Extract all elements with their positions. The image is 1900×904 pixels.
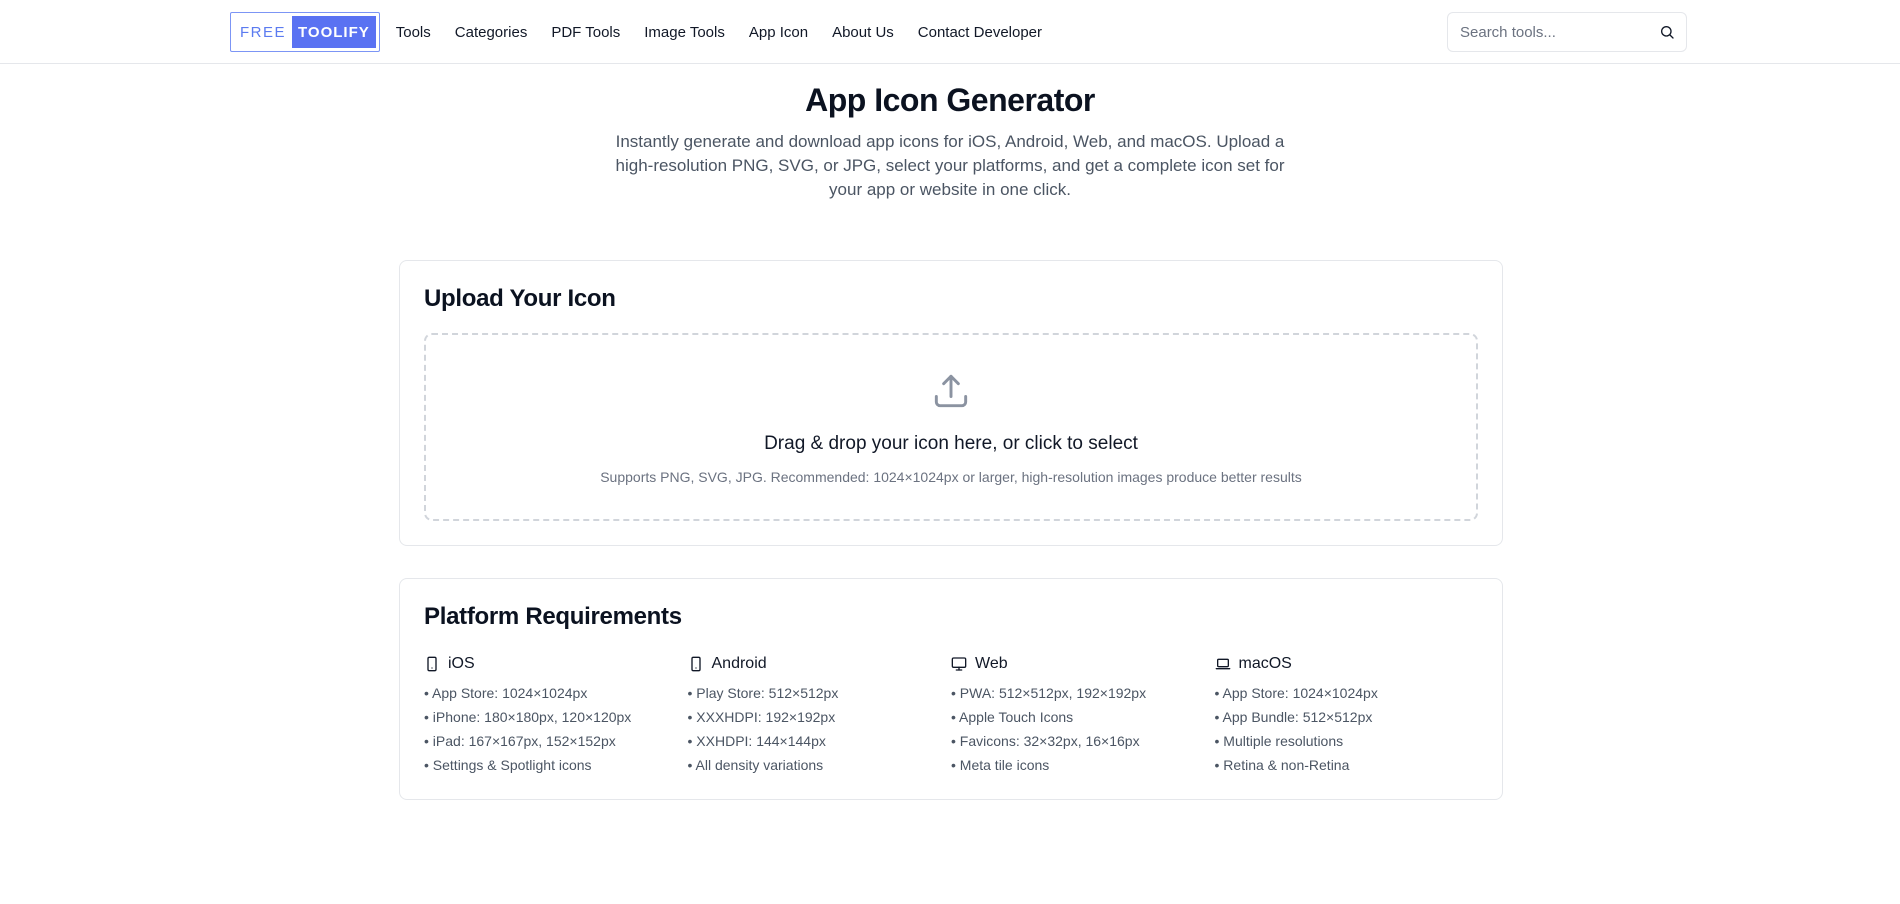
- platform-detail-list: PWA: 512×512px, 192×192px Apple Touch Ic…: [951, 681, 1215, 777]
- platform-detail: XXHDPI: 144×144px: [688, 729, 952, 753]
- nav-link-contact-developer[interactable]: Contact Developer: [918, 24, 1042, 41]
- platform-detail: Multiple resolutions: [1215, 729, 1479, 753]
- nav-link-tools[interactable]: Tools: [396, 24, 431, 41]
- upload-card-title: Upload Your Icon: [424, 285, 616, 312]
- smartphone-icon: [424, 656, 440, 672]
- hero-section: App Icon Generator Instantly generate an…: [0, 82, 1900, 202]
- platform-name: Web: [975, 655, 1008, 672]
- platform-grid: iOS App Store: 1024×1024px iPhone: 180×1…: [424, 655, 1478, 777]
- platform-header: Android: [688, 655, 952, 673]
- platform-detail-list: App Store: 1024×1024px iPhone: 180×180px…: [424, 681, 688, 777]
- platform-card-title: Platform Requirements: [424, 603, 682, 630]
- site-logo[interactable]: FREE TOOLIFY: [230, 12, 380, 52]
- platform-header: Web: [951, 655, 1215, 673]
- platform-detail: XXXHDPI: 192×192px: [688, 705, 952, 729]
- search-box: [1447, 12, 1687, 52]
- platform-android: Android Play Store: 512×512px XXXHDPI: 1…: [688, 655, 952, 777]
- platform-detail: iPad: 167×167px, 152×152px: [424, 729, 688, 753]
- upload-icon: [929, 369, 973, 413]
- nav-link-image-tools[interactable]: Image Tools: [644, 24, 725, 41]
- platform-web: Web PWA: 512×512px, 192×192px Apple Touc…: [951, 655, 1215, 777]
- page-description: Instantly generate and download app icon…: [615, 132, 1285, 199]
- platform-detail: App Store: 1024×1024px: [1215, 681, 1479, 705]
- platform-header: macOS: [1215, 655, 1479, 673]
- icon-dropzone[interactable]: Drag & drop your icon here, or click to …: [424, 333, 1478, 521]
- platform-detail-list: App Store: 1024×1024px App Bundle: 512×5…: [1215, 681, 1479, 777]
- platform-detail: Apple Touch Icons: [951, 705, 1215, 729]
- platform-detail: Retina & non-Retina: [1215, 753, 1479, 777]
- nav-link-categories[interactable]: Categories: [455, 24, 528, 41]
- platform-detail: Favicons: 32×32px, 16×16px: [951, 729, 1215, 753]
- logo-text-free: FREE: [240, 23, 287, 41]
- header-inner: FREE TOOLIFY Tools Categories PDF Tools …: [230, 0, 1687, 64]
- nav-link-app-icon[interactable]: App Icon: [749, 24, 808, 41]
- page-title: App Icon Generator: [805, 82, 1095, 118]
- platform-name: iOS: [448, 655, 475, 672]
- platform-detail: All density variations: [688, 753, 952, 777]
- monitor-icon: [951, 656, 967, 672]
- platform-ios: iOS App Store: 1024×1024px iPhone: 180×1…: [424, 655, 688, 777]
- main-nav: Tools Categories PDF Tools Image Tools A…: [396, 24, 1066, 41]
- platform-detail: Settings & Spotlight icons: [424, 753, 688, 777]
- platform-detail: App Store: 1024×1024px: [424, 681, 688, 705]
- platform-detail: App Bundle: 512×512px: [1215, 705, 1479, 729]
- upload-card: Upload Your Icon Drag & drop your icon h…: [399, 260, 1503, 546]
- platform-detail: Meta tile icons: [951, 753, 1215, 777]
- dropzone-hint: Supports PNG, SVG, JPG. Recommended: 102…: [600, 469, 1302, 485]
- smartphone-icon: [688, 656, 704, 672]
- platform-name: macOS: [1238, 655, 1292, 672]
- dropzone-title: Drag & drop your icon here, or click to …: [764, 433, 1138, 454]
- nav-link-about-us[interactable]: About Us: [832, 24, 894, 41]
- logo-text-toolify: TOOLIFY: [292, 16, 376, 48]
- platform-detail: Play Store: 512×512px: [688, 681, 952, 705]
- platform-detail-list: Play Store: 512×512px XXXHDPI: 192×192px…: [688, 681, 952, 777]
- platform-header: iOS: [424, 655, 688, 673]
- platform-requirements-card: Platform Requirements iOS App Store: 102…: [399, 578, 1503, 800]
- nav-link-pdf-tools[interactable]: PDF Tools: [551, 24, 620, 41]
- laptop-icon: [1215, 656, 1231, 672]
- platform-name: Android: [711, 655, 767, 672]
- platform-detail: iPhone: 180×180px, 120×120px: [424, 705, 688, 729]
- search-input[interactable]: [1460, 23, 1659, 41]
- platform-macos: macOS App Store: 1024×1024px App Bundle:…: [1215, 655, 1479, 777]
- site-header: FREE TOOLIFY Tools Categories PDF Tools …: [0, 0, 1900, 64]
- platform-detail: PWA: 512×512px, 192×192px: [951, 681, 1215, 705]
- search-icon[interactable]: [1659, 24, 1675, 40]
